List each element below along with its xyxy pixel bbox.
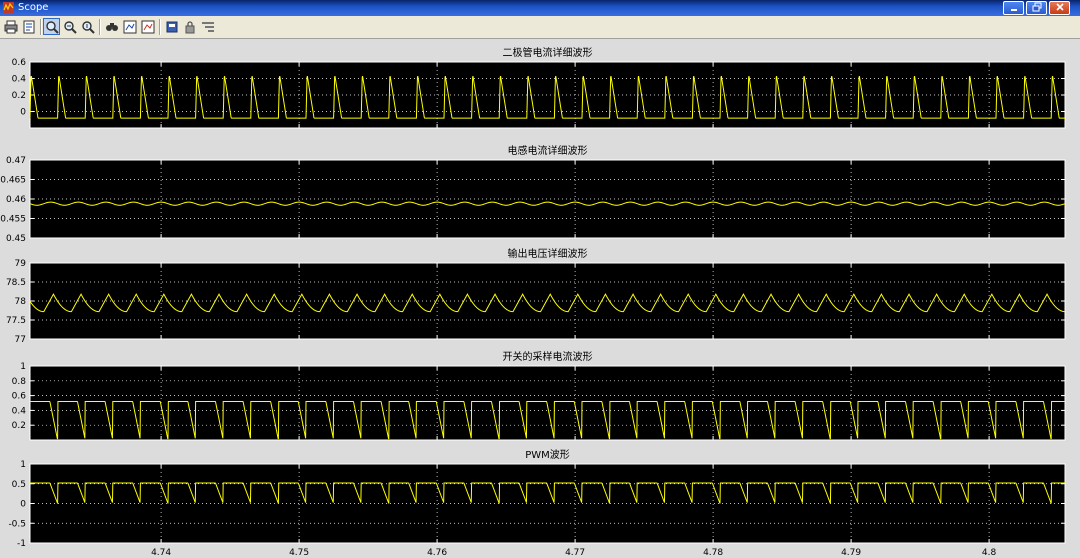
x-tick-label: 4.77 xyxy=(565,548,585,558)
minimize-icon xyxy=(1010,9,1017,11)
plot-title: 二极管电流详细波形 xyxy=(503,46,593,59)
y-tick-label: 79 xyxy=(15,259,27,269)
print-icon xyxy=(4,20,17,33)
y-tick-label: 0.455 xyxy=(0,215,26,225)
signal-selector-icon xyxy=(201,21,214,32)
y-tick-label: 0.2 xyxy=(12,91,26,101)
x-tick-label: 4.74 xyxy=(151,548,171,558)
zoom-x-icon xyxy=(63,20,77,34)
plot-frame xyxy=(29,159,1066,239)
y-tick-label: 78 xyxy=(15,297,27,307)
zoom-x-button[interactable] xyxy=(61,18,78,35)
y-tick-label: 0.8 xyxy=(12,377,27,387)
toolbar xyxy=(0,16,1080,39)
restore-axes-button[interactable] xyxy=(139,18,156,35)
restore-axes-icon xyxy=(141,20,154,33)
y-tick-label: 0.4 xyxy=(12,406,27,416)
autoscale-button[interactable] xyxy=(103,18,120,35)
restore-icon xyxy=(1032,2,1041,12)
parameters-icon xyxy=(23,20,34,33)
plot-frame xyxy=(29,262,1066,340)
minimize-button[interactable] xyxy=(1003,1,1024,15)
title-bar: Scope xyxy=(0,0,1080,16)
zoom-icon xyxy=(45,20,59,34)
y-tick-label: 77 xyxy=(15,335,26,345)
plot-title: PWM波形 xyxy=(525,448,570,461)
y-tick-label: 1 xyxy=(20,460,26,470)
close-button[interactable] xyxy=(1049,1,1070,15)
y-tick-label: -0.5 xyxy=(8,519,26,529)
maximize-button[interactable] xyxy=(1026,1,1047,15)
y-tick-label: 1 xyxy=(20,362,26,372)
zoom-y-icon xyxy=(81,20,95,34)
plot-frame xyxy=(29,463,1066,544)
subplot-1: 二极管电流详细波形 0.6 0.4 0.2 0 xyxy=(12,46,1066,129)
x-tick-label: 4.75 xyxy=(289,548,309,558)
x-tick-label: 4.79 xyxy=(841,548,861,558)
y-tick-label: -1 xyxy=(17,539,26,549)
x-tick-label: 4.76 xyxy=(427,548,447,558)
scope-app-icon xyxy=(3,2,14,13)
close-icon xyxy=(1055,3,1064,11)
y-tick-label: 77.5 xyxy=(6,316,26,326)
print-button[interactable] xyxy=(2,18,19,35)
floating-scope-icon xyxy=(166,21,177,32)
signal-selector-button[interactable] xyxy=(199,18,216,35)
plot-frame xyxy=(29,365,1066,441)
y-tick-label: 0 xyxy=(20,500,26,510)
subplot-2: 电感电流详细波形 0.47 0.465 0.46 0.455 0.45 xyxy=(0,144,1066,244)
save-axes-icon xyxy=(123,20,136,33)
y-tick-label: 0.6 xyxy=(12,392,27,402)
y-tick-label: 0.2 xyxy=(12,421,26,431)
plot-title: 开关的采样电流波形 xyxy=(503,350,593,363)
subplot-5: PWM波形 1 0.5 0 -0.5 -1 4.74 4.75 4.76 4.77 4.78 4.79… xyxy=(8,448,1066,558)
plot-title: 电感电流详细波形 xyxy=(508,144,588,157)
autoscale-icon xyxy=(105,22,118,31)
save-axes-button[interactable] xyxy=(121,18,138,35)
y-tick-label: 0.47 xyxy=(6,156,26,166)
zoom-y-button[interactable] xyxy=(79,18,96,35)
subplot-4: 开关的采样电流波形 1 0.8 0.6 0.4 0.2 xyxy=(12,350,1066,441)
y-tick-label: 0.5 xyxy=(12,480,26,490)
y-tick-label: 0 xyxy=(20,108,26,118)
zoom-button[interactable] xyxy=(43,18,60,35)
subplot-3: 输出电压详细波形 79 78.5 78 77.5 77 xyxy=(6,247,1066,345)
parameters-button[interactable] xyxy=(20,18,37,35)
floating-scope-button[interactable] xyxy=(163,18,180,35)
y-tick-label: 78.5 xyxy=(6,278,26,288)
scope-plot-area: 二极管电流详细波形 0.6 0.4 0.2 0 电感电流详细波形 0.47 0.465 0.46… xyxy=(0,39,1080,558)
y-tick-label: 0.46 xyxy=(6,195,26,205)
x-tick-label: 4.8 xyxy=(982,548,997,558)
plot-title: 输出电压详细波形 xyxy=(508,247,588,260)
lock-axes-button[interactable] xyxy=(181,18,198,35)
scope-axes: 二极管电流详细波形 0.6 0.4 0.2 0 电感电流详细波形 0.47 0.465 0.46… xyxy=(0,46,1066,558)
x-tick-label: 4.78 xyxy=(703,548,723,558)
y-tick-label: 0.465 xyxy=(0,176,26,186)
y-tick-label: 0.6 xyxy=(12,58,27,68)
y-tick-label: 0.4 xyxy=(12,75,27,85)
window-title: Scope xyxy=(18,2,49,13)
y-tick-label: 0.45 xyxy=(6,234,26,244)
lock-axes-icon xyxy=(185,20,194,33)
